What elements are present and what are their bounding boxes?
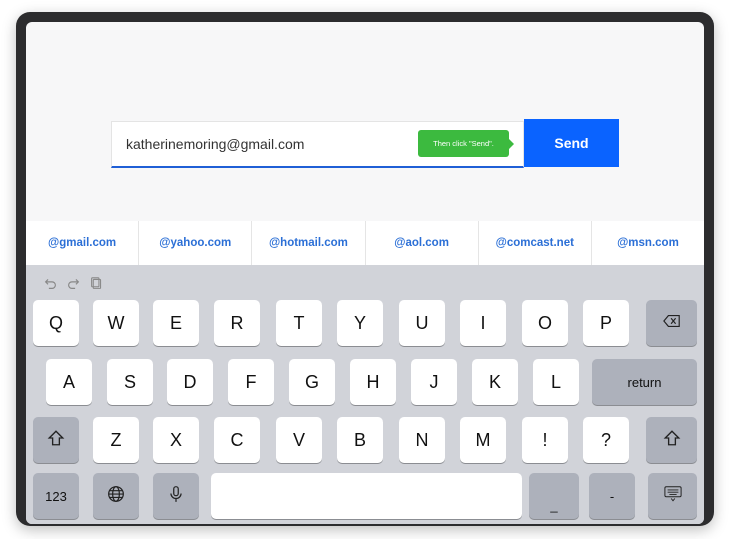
hide-keyboard-key[interactable] bbox=[648, 473, 697, 519]
space-bar[interactable] bbox=[211, 473, 522, 519]
microphone-icon bbox=[167, 485, 185, 508]
key-m[interactable]: M bbox=[460, 417, 506, 463]
key-u[interactable]: U bbox=[399, 300, 445, 346]
send-button[interactable]: Send bbox=[524, 119, 619, 167]
key-d[interactable]: D bbox=[167, 359, 213, 405]
key-k[interactable]: K bbox=[472, 359, 518, 405]
shift-key-right[interactable] bbox=[646, 417, 697, 463]
email-suggestion-bar: @gmail.com @yahoo.com @hotmail.com @aol.… bbox=[26, 221, 704, 265]
hint-tooltip: Then click "Send". bbox=[418, 130, 514, 157]
numbers-key[interactable]: 123 bbox=[33, 473, 79, 519]
key-x[interactable]: X bbox=[153, 417, 199, 463]
suggestion-comcast[interactable]: @comcast.net bbox=[479, 221, 592, 265]
key-l[interactable]: L bbox=[533, 359, 579, 405]
key-h[interactable]: H bbox=[350, 359, 396, 405]
edit-shortcuts bbox=[44, 277, 103, 295]
key-z[interactable]: Z bbox=[93, 417, 139, 463]
key-e[interactable]: E bbox=[153, 300, 199, 346]
return-key[interactable]: return bbox=[592, 359, 697, 405]
key-q[interactable]: Q bbox=[33, 300, 79, 346]
shift-key-left[interactable] bbox=[33, 417, 79, 463]
key-s[interactable]: S bbox=[107, 359, 153, 405]
key-j[interactable]: J bbox=[411, 359, 457, 405]
shift-icon bbox=[663, 429, 681, 452]
key-t[interactable]: T bbox=[276, 300, 322, 346]
redo-icon[interactable] bbox=[67, 277, 80, 295]
key-y[interactable]: Y bbox=[337, 300, 383, 346]
on-screen-keyboard: Q W E R T Y U I O P A S D F G H J K L re… bbox=[26, 265, 704, 524]
globe-icon bbox=[107, 485, 125, 508]
screen: katherinemoring@gmail.com Then click "Se… bbox=[26, 22, 704, 524]
key-g[interactable]: G bbox=[289, 359, 335, 405]
key-w[interactable]: W bbox=[93, 300, 139, 346]
backspace-key[interactable] bbox=[646, 300, 697, 346]
paste-icon[interactable] bbox=[90, 277, 103, 295]
key-b[interactable]: B bbox=[337, 417, 383, 463]
key-c[interactable]: C bbox=[214, 417, 260, 463]
underscore-key[interactable]: _ bbox=[529, 473, 579, 519]
backspace-icon bbox=[662, 312, 681, 335]
key-p[interactable]: P bbox=[583, 300, 629, 346]
globe-key[interactable] bbox=[93, 473, 139, 519]
suggestion-msn[interactable]: @msn.com bbox=[592, 221, 704, 265]
key-v[interactable]: V bbox=[276, 417, 322, 463]
key-question[interactable]: ? bbox=[583, 417, 629, 463]
key-o[interactable]: O bbox=[522, 300, 568, 346]
key-exclamation[interactable]: ! bbox=[522, 417, 568, 463]
dash-key[interactable]: - bbox=[589, 473, 635, 519]
shift-icon bbox=[47, 429, 65, 452]
suggestion-aol[interactable]: @aol.com bbox=[366, 221, 479, 265]
keyboard-hide-icon bbox=[663, 485, 682, 508]
undo-icon[interactable] bbox=[44, 277, 57, 295]
key-n[interactable]: N bbox=[399, 417, 445, 463]
key-a[interactable]: A bbox=[46, 359, 92, 405]
suggestion-yahoo[interactable]: @yahoo.com bbox=[139, 221, 253, 265]
key-i[interactable]: I bbox=[460, 300, 506, 346]
dictation-key[interactable] bbox=[153, 473, 199, 519]
email-input-value: katherinemoring@gmail.com bbox=[126, 136, 305, 152]
suggestion-hotmail[interactable]: @hotmail.com bbox=[252, 221, 366, 265]
key-r[interactable]: R bbox=[214, 300, 260, 346]
key-f[interactable]: F bbox=[228, 359, 274, 405]
suggestion-gmail[interactable]: @gmail.com bbox=[26, 221, 140, 265]
tablet-frame: katherinemoring@gmail.com Then click "Se… bbox=[16, 12, 714, 526]
